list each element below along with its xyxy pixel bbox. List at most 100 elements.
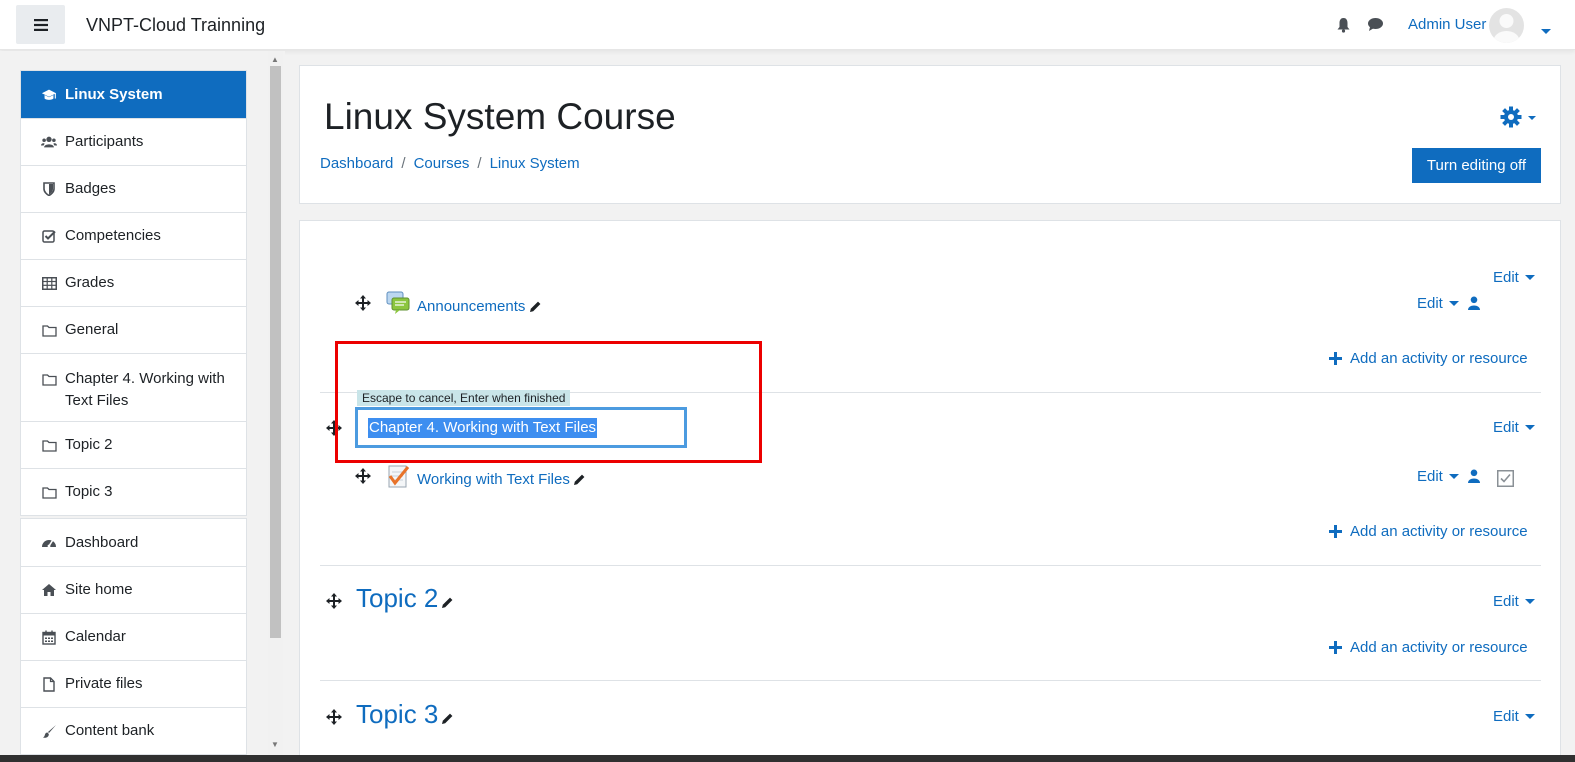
sidebar-item-label: Participants [65,133,144,150]
sidebar-item-calendar[interactable]: Calendar [21,613,246,660]
pencil-icon[interactable] [573,473,586,490]
sidebar-item-topic-3[interactable]: Topic 3 [21,468,246,515]
sidebar-item-label: Content bank [65,722,155,739]
course-content: Edit Announcements Edit Add an activity … [299,220,1561,762]
sidebar-item-chapter-4[interactable]: Chapter 4. Working with Text Files [21,353,246,421]
completion-checkbox-icon[interactable] [1497,470,1514,491]
table-icon [41,275,57,291]
chevron-down-icon [1448,474,1459,479]
sidebar-item-label: Topic 3 [65,483,113,500]
chevron-down-icon[interactable] [1541,21,1551,38]
user-icon[interactable] [1468,296,1480,314]
sidebar-item-label: General [65,321,119,338]
drawer-scroll-thumb[interactable] [270,66,281,638]
pencil-icon[interactable] [529,300,542,317]
breadcrumb: Dashboard / Courses / Linux System [320,155,580,172]
page-title: Linux System Course [324,96,676,137]
section-edit-menu[interactable]: Edit [1493,269,1535,286]
sidebar-item-label: Competencies [65,227,161,244]
section-edit-menu[interactable]: Edit [1493,593,1535,610]
plus-icon [1329,641,1342,654]
scroll-down-arrow-icon[interactable]: ▼ [271,740,279,749]
activity-announcements[interactable]: Announcements [417,298,525,315]
folder-icon [41,322,57,338]
section-edit-menu[interactable]: Edit [1493,419,1535,436]
edit-label: Edit [1493,269,1519,286]
sidebar-item-topic-2[interactable]: Topic 2 [21,421,246,468]
sidebar-item-label: Dashboard [65,533,139,551]
chevron-down-icon [1524,425,1535,430]
chevron-down-icon [1448,301,1459,306]
site-name[interactable]: VNPT-Cloud Trainning [86,15,265,36]
breadcrumb-dashboard[interactable]: Dashboard [320,155,393,172]
plus-icon [1329,525,1342,538]
folder-icon [41,484,57,500]
edit-label: Edit [1417,295,1443,312]
sidebar-item-competencies[interactable]: Competencies [21,212,246,259]
section-edit-menu[interactable]: Edit [1493,708,1535,725]
sidebar-item-label: Grades [65,274,115,291]
pencil-icon[interactable] [441,596,454,613]
breadcrumb-linux-system[interactable]: Linux System [490,155,580,172]
move-icon[interactable] [355,295,371,315]
add-activity-button[interactable]: Add an activity or resource [1329,350,1528,367]
sidebar-item-label: Linux System [65,85,163,103]
sidebar-item-label: Badges [65,180,116,197]
move-icon[interactable] [355,468,371,488]
file-icon [41,676,57,692]
highlight-annotation-box [335,341,762,463]
sidebar-item-content-bank[interactable]: Content bank [21,707,246,754]
hamburger-icon[interactable] [16,5,65,44]
sidebar-item-dashboard[interactable]: Dashboard [21,519,246,566]
add-activity-label: Add an activity or resource [1350,350,1528,367]
assignment-icon [386,464,410,492]
sidebar-item-linux-system[interactable]: Linux System [21,71,246,118]
activity-edit-menu[interactable]: Edit [1417,468,1459,485]
sidebar-item-label: Private files [65,675,143,692]
add-activity-button[interactable]: Add an activity or resource [1329,523,1528,540]
sidebar-item-badges[interactable]: Badges [21,165,246,212]
chat-icon[interactable] [1367,17,1384,36]
edit-label: Edit [1493,419,1519,436]
user-name[interactable]: Admin User [1408,16,1486,33]
section-title-topic-3[interactable]: Topic 3 [356,699,438,730]
sidebar-item-general[interactable]: General [21,306,246,353]
shield-icon [41,181,57,197]
page-header: Linux System Course Dashboard / Courses … [299,65,1561,204]
add-activity-label: Add an activity or resource [1350,523,1528,540]
sidebar-item-label: Topic 2 [65,436,113,453]
sidebar-item-grades[interactable]: Grades [21,259,246,306]
home-icon [41,582,57,598]
move-icon[interactable] [326,709,342,729]
edit-label: Edit [1493,708,1519,725]
sidebar-item-private-files[interactable]: Private files [21,660,246,707]
calendar-icon [41,629,57,645]
avatar[interactable] [1489,8,1524,43]
turn-editing-off-button[interactable]: Turn editing off [1412,148,1541,183]
bell-icon[interactable] [1336,17,1351,37]
scroll-up-arrow-icon[interactable]: ▲ [271,55,279,64]
breadcrumb-separator: / [477,155,482,172]
plus-icon [1329,352,1342,365]
breadcrumb-courses[interactable]: Courses [414,155,470,172]
edit-label: Edit [1417,468,1443,485]
user-icon[interactable] [1468,469,1480,487]
gear-icon[interactable] [1500,106,1542,132]
site-nav-group: Dashboard Site home Calendar Private fil… [20,518,247,755]
chevron-down-icon [1524,599,1535,604]
add-activity-button[interactable]: Add an activity or resource [1329,639,1528,656]
course-nav-group: Linux System Participants Badges Compete… [20,70,247,516]
section-title-topic-2[interactable]: Topic 2 [356,583,438,614]
dashboard-icon [41,535,57,551]
sidebar-item-site-home[interactable]: Site home [21,566,246,613]
sidebar-item-label: Calendar [65,628,126,645]
activity-edit-menu[interactable]: Edit [1417,295,1459,312]
move-icon[interactable] [326,593,342,613]
activity-working-with-text-files[interactable]: Working with Text Files [417,471,570,488]
pencil-icon[interactable] [441,712,454,729]
sidebar-item-participants[interactable]: Participants [21,118,246,165]
chevron-down-icon [1524,275,1535,280]
edit-label: Edit [1493,593,1519,610]
breadcrumb-separator: / [401,155,406,172]
users-icon [41,134,57,150]
